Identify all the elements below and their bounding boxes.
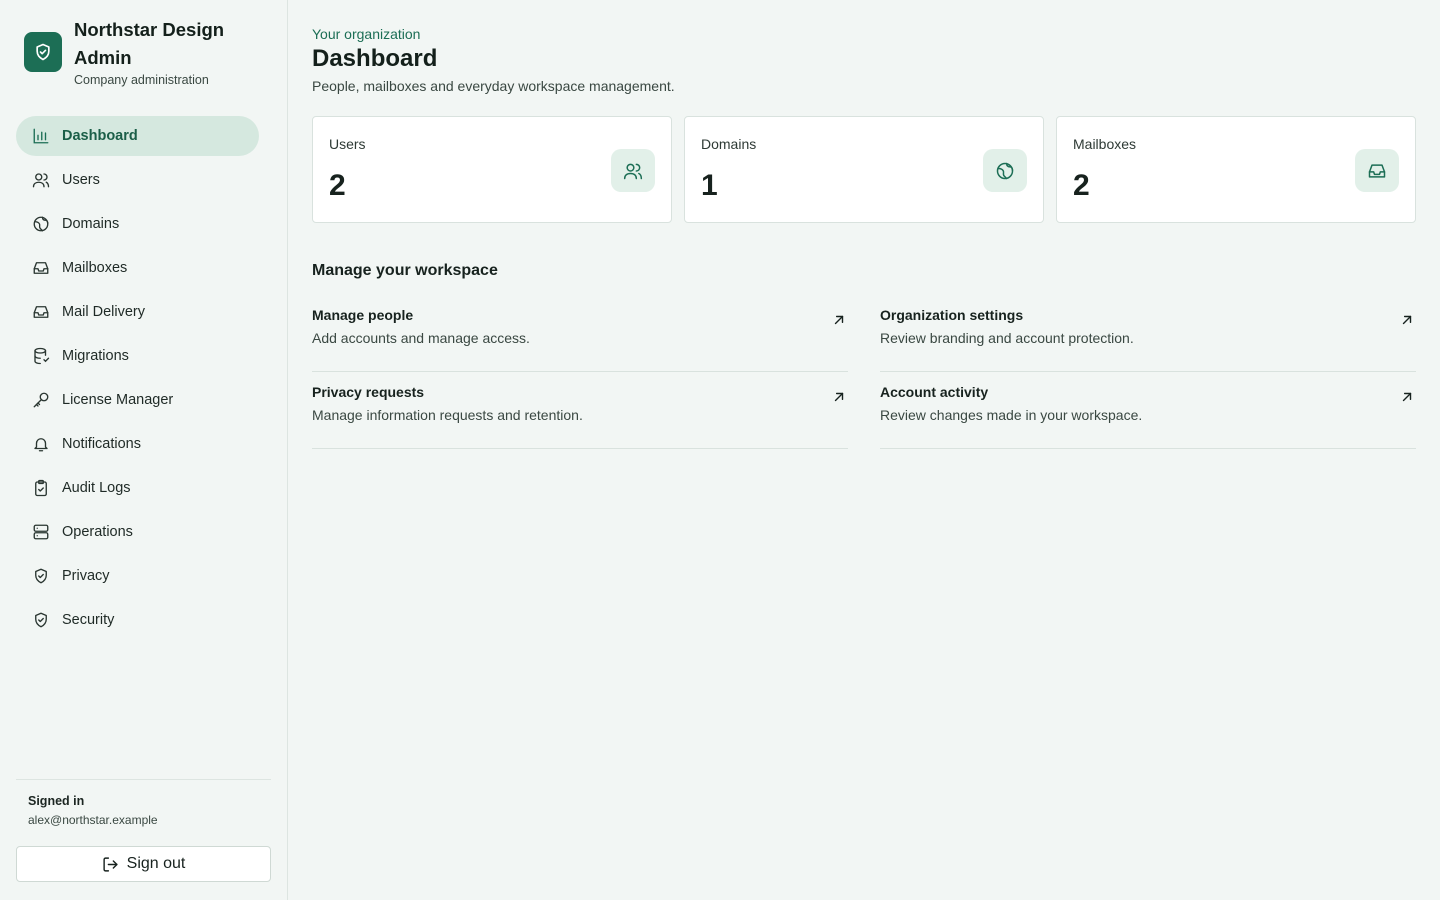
sidebar-item-operations[interactable]: Operations <box>16 512 259 552</box>
stat-label: Domains <box>701 136 757 152</box>
sidebar-item-migrations[interactable]: Migrations <box>16 336 259 376</box>
action-description: Add accounts and manage access. <box>312 330 530 346</box>
sidebar-item-users[interactable]: Users <box>16 160 259 200</box>
users-icon <box>32 171 50 189</box>
sidebar-item-domains[interactable]: Domains <box>16 204 259 244</box>
brand-name: Northstar Design Admin <box>74 19 225 68</box>
sidebar-item-label: Mailboxes <box>62 260 128 276</box>
arrow-up-right-icon <box>834 315 844 325</box>
bar-chart-icon <box>32 127 50 145</box>
action-account-activity[interactable]: Account activity Review changes made in … <box>880 372 1416 449</box>
sidebar-item-audit-logs[interactable]: Audit Logs <box>16 468 259 508</box>
action-description: Manage information requests and retentio… <box>312 407 583 423</box>
stat-value: 2 <box>329 169 346 202</box>
shield-check-icon <box>24 32 62 72</box>
sidebar-item-label: License Manager <box>62 392 174 408</box>
signed-in-label: Signed in <box>28 794 85 808</box>
database-icon <box>32 347 50 365</box>
action-title: Organization settings <box>880 307 1024 323</box>
action-description: Review branding and account protection. <box>880 330 1134 346</box>
sidebar-item-label: Mail Delivery <box>62 304 145 320</box>
action-description: Review changes made in your workspace. <box>880 407 1143 423</box>
sidebar-item-label: Privacy <box>62 568 110 584</box>
arrow-up-right-icon <box>1402 392 1412 402</box>
stat-card-domains: Domains 1 <box>684 116 1044 223</box>
inbox-icon <box>32 259 50 277</box>
key-icon <box>32 391 50 409</box>
sidebar-item-notifications[interactable]: Notifications <box>16 424 259 464</box>
shield-check-icon <box>32 611 50 629</box>
section-title: Manage your workspace <box>312 262 498 279</box>
bell-icon <box>32 435 50 453</box>
sidebar-item-mail-delivery[interactable]: Mail Delivery <box>16 292 259 332</box>
sidebar-item-label: Migrations <box>62 348 129 364</box>
sidebar-nav: Dashboard Users Domains Mailboxes Mail D… <box>16 116 259 644</box>
shield-check-icon <box>32 567 50 585</box>
sidebar-item-label: Notifications <box>62 436 141 452</box>
stat-card-users: Users 2 <box>312 116 672 223</box>
globe-icon <box>983 149 1027 192</box>
inbox-icon <box>32 303 50 321</box>
stat-value: 1 <box>701 169 718 202</box>
sidebar-item-security[interactable]: Security <box>16 600 259 640</box>
sidebar: Northstar Design Admin Company administr… <box>0 0 288 900</box>
action-title: Manage people <box>312 307 414 323</box>
action-organization-settings[interactable]: Organization settings Review branding an… <box>880 295 1416 372</box>
stat-label: Users <box>329 136 366 152</box>
sidebar-item-label: Dashboard <box>62 128 138 144</box>
stat-label: Mailboxes <box>1073 136 1137 152</box>
page-title: Dashboard <box>312 45 438 72</box>
sidebar-item-label: Domains <box>62 216 120 232</box>
sidebar-item-dashboard[interactable]: Dashboard <box>16 116 259 156</box>
sidebar-item-label: Security <box>62 612 115 628</box>
log-out-icon <box>103 856 118 872</box>
sidebar-item-mailboxes[interactable]: Mailboxes <box>16 248 259 288</box>
action-title: Privacy requests <box>312 384 425 400</box>
stat-value: 2 <box>1073 169 1090 202</box>
brand: Northstar Design Admin Company administr… <box>24 16 254 87</box>
sign-out-button[interactable]: Sign out <box>16 846 271 882</box>
sidebar-footer: Signed in alex@northstar.example Sign ou… <box>16 779 271 882</box>
signed-in-email: alex@northstar.example <box>28 813 158 827</box>
sidebar-item-label: Users <box>62 172 100 188</box>
arrow-up-right-icon <box>1402 315 1412 325</box>
sidebar-item-label: Operations <box>62 524 133 540</box>
sign-out-label: Sign out <box>126 855 186 872</box>
page-subtitle: People, mailboxes and everyday workspace… <box>312 78 675 94</box>
action-manage-people[interactable]: Manage people Add accounts and manage ac… <box>312 295 848 372</box>
globe-icon <box>32 215 50 233</box>
arrow-up-right-icon <box>834 392 844 402</box>
server-icon <box>32 523 50 541</box>
inbox-icon <box>1355 149 1399 192</box>
action-title: Account activity <box>880 384 989 400</box>
sidebar-item-license-manager[interactable]: License Manager <box>16 380 259 420</box>
action-privacy-requests[interactable]: Privacy requests Manage information requ… <box>312 372 848 449</box>
sidebar-item-label: Audit Logs <box>62 480 131 496</box>
sidebar-item-privacy[interactable]: Privacy <box>16 556 259 596</box>
users-icon <box>611 149 655 192</box>
stat-card-mailboxes: Mailboxes 2 <box>1056 116 1416 223</box>
brand-subtitle: Company administration <box>74 73 209 87</box>
page-eyebrow: Your organization <box>312 26 421 42</box>
clipboard-check-icon <box>32 479 50 497</box>
